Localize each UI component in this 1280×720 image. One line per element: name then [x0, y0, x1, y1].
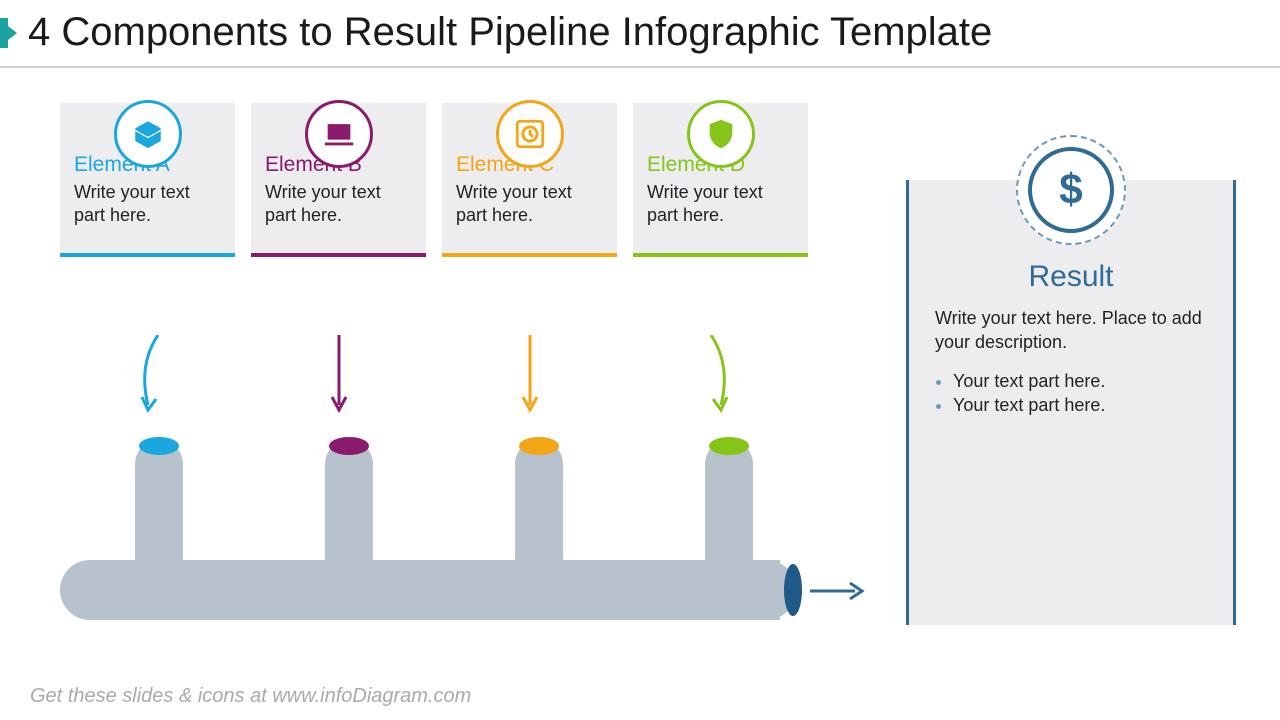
arrow-down-icon: [515, 335, 545, 420]
svg-text:$: $: [1059, 167, 1082, 212]
pipe-inlet: [135, 440, 183, 570]
result-icon-ring: $: [1016, 135, 1126, 245]
pipe-inlet: [705, 440, 753, 570]
element-bottom-bar: [60, 253, 235, 257]
element-body: Write your text part here.: [456, 181, 603, 226]
element-columns: Element A Write your text part here. Ele…: [60, 100, 808, 257]
result-panel: $ Result Write your text here. Place to …: [906, 180, 1236, 625]
element-icon-circle: [114, 100, 182, 168]
shield-icon: [704, 117, 738, 151]
element-icon-circle: [305, 100, 373, 168]
pipe-inlet: [325, 440, 373, 570]
arrow-down-icon: [324, 335, 354, 420]
inlet-top: [139, 437, 179, 455]
arrow-right-icon: [810, 576, 870, 606]
inlet-top: [519, 437, 559, 455]
laptop-icon: [322, 117, 356, 151]
result-title: Result: [909, 260, 1233, 294]
arrow-down-icon: [701, 335, 741, 420]
element-bottom-bar: [633, 253, 808, 257]
clock-icon: [513, 117, 547, 151]
element-body: Write your text part here.: [265, 181, 412, 226]
pipe-inlet: [515, 440, 563, 570]
element-card-c: Element C Write your text part here.: [442, 100, 617, 257]
inlet-top: [709, 437, 749, 455]
result-bullet: Your text part here.: [953, 393, 1207, 417]
accent-notch: [8, 26, 17, 40]
element-card-a: Element A Write your text part here.: [60, 100, 235, 257]
element-bottom-bar: [251, 253, 426, 257]
result-description: Write your text here. Place to add your …: [935, 306, 1207, 355]
element-icon-circle: [687, 100, 755, 168]
element-bottom-bar: [442, 253, 617, 257]
element-body: Write your text part here.: [647, 181, 794, 226]
inlet-top: [329, 437, 369, 455]
element-card-d: Element D Write your text part here.: [633, 100, 808, 257]
main-pipe: [60, 560, 780, 620]
element-card-b: Element B Write your text part here.: [251, 100, 426, 257]
arrow-down-icon: [128, 335, 168, 420]
result-bullet: Your text part here.: [953, 369, 1207, 393]
pipeline-graphic: [60, 440, 860, 640]
footer-caption: Get these slides & icons at www.infoDiag…: [30, 685, 471, 708]
element-body: Write your text part here.: [74, 181, 221, 226]
box-icon: [131, 117, 165, 151]
result-bullets: Your text part here. Your text part here…: [935, 369, 1207, 418]
element-icon-circle: [496, 100, 564, 168]
page-title: 4 Components to Result Pipeline Infograp…: [28, 10, 992, 55]
title-underline: [0, 66, 1280, 68]
accent-bar: [0, 18, 8, 48]
arrows-row: [60, 335, 808, 420]
pipe-outlet: [784, 564, 802, 616]
result-body: Write your text here. Place to add your …: [909, 294, 1233, 417]
result-icon-circle: $: [1028, 147, 1114, 233]
dollar-icon: $: [1048, 167, 1094, 213]
